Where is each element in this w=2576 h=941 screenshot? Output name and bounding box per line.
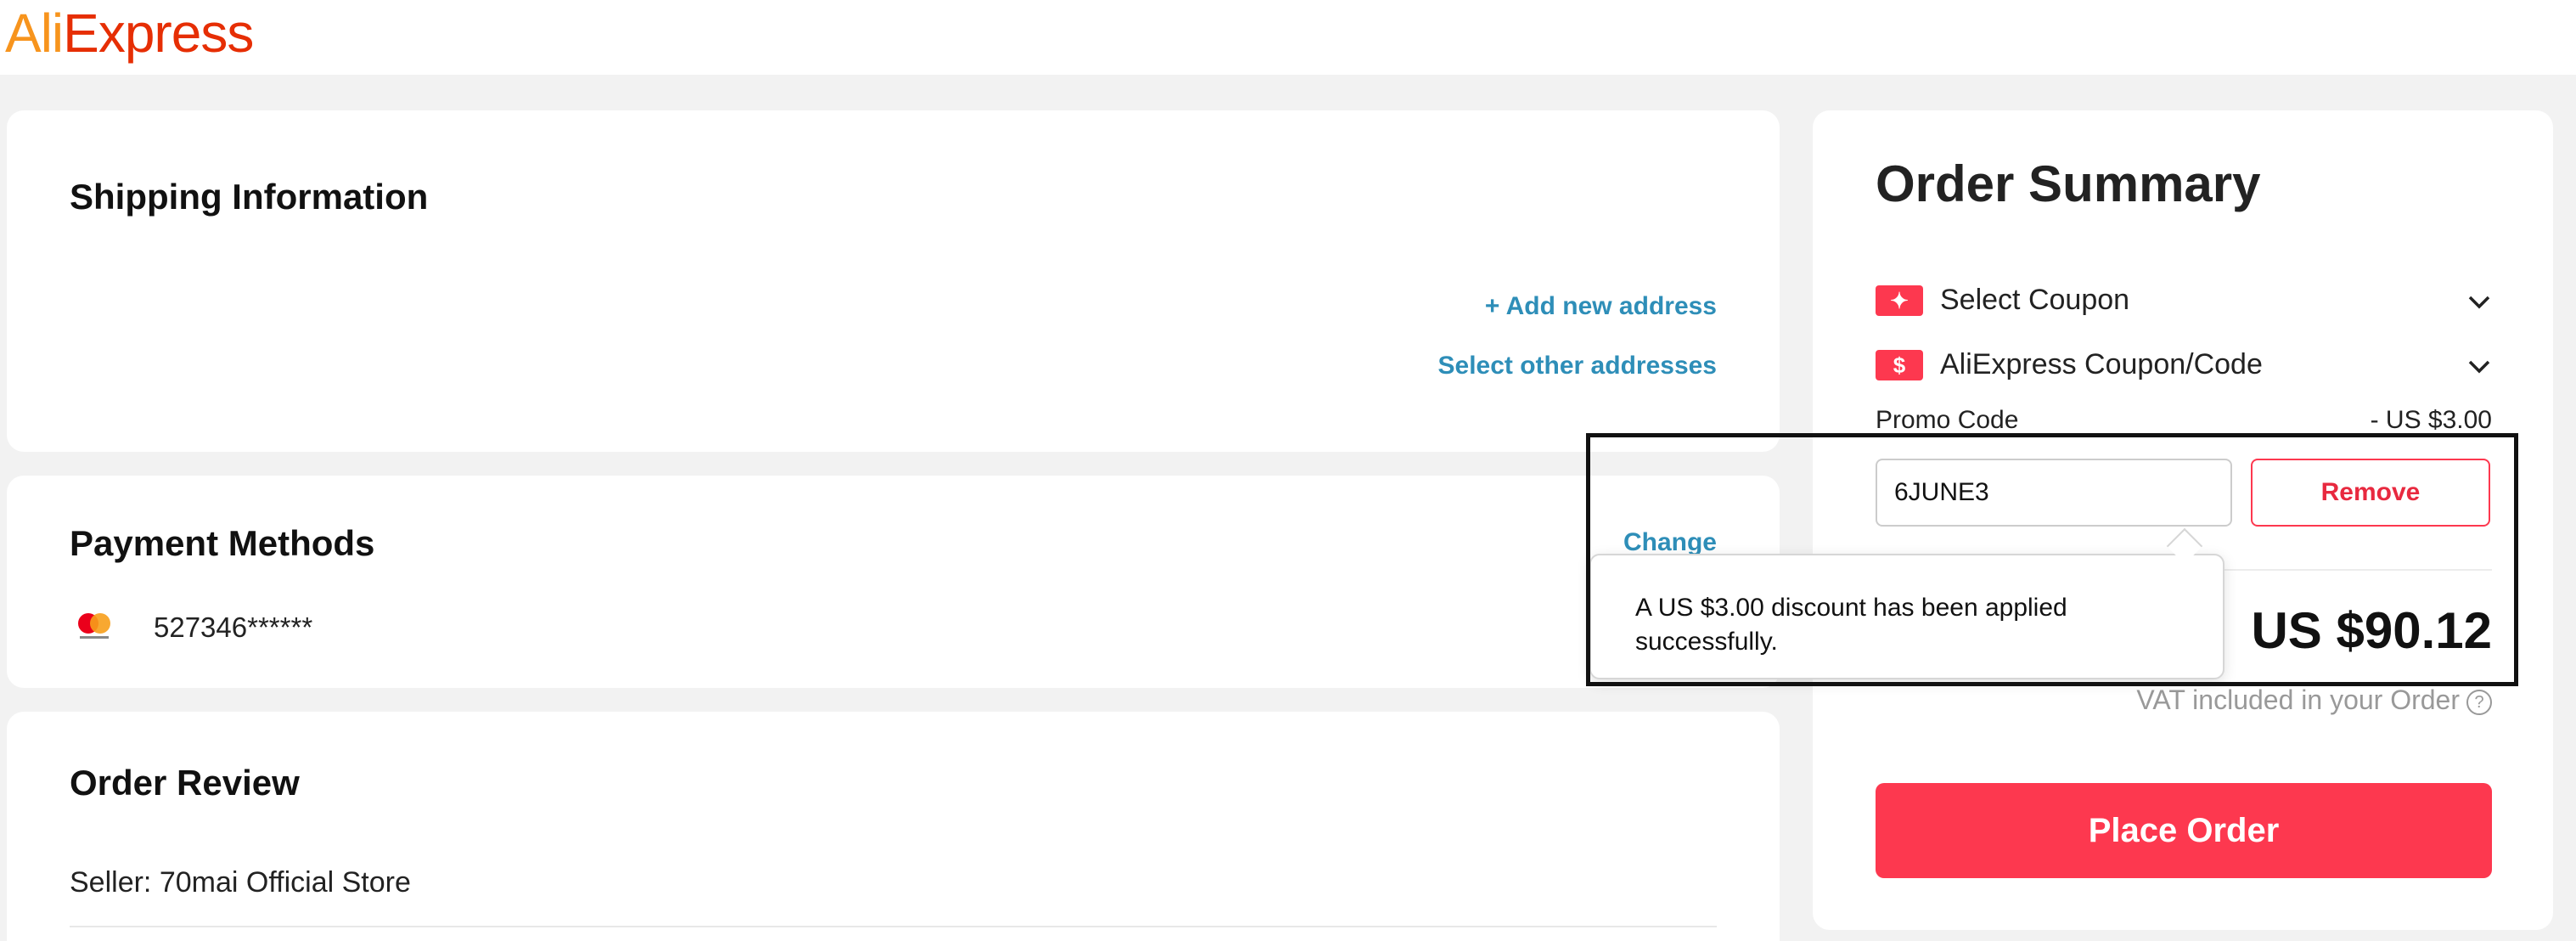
logo-part-ali: Ali xyxy=(5,3,64,64)
payment-title: Payment Methods xyxy=(70,523,375,563)
chevron-down-icon[interactable] xyxy=(2466,289,2492,314)
help-icon[interactable]: ? xyxy=(2466,689,2492,715)
card-number: 527346****** xyxy=(154,611,313,643)
order-review-title: Order Review xyxy=(70,763,300,803)
aliexpress-coupon-row[interactable]: $ AliExpress Coupon/Code xyxy=(1876,345,2492,387)
remove-promo-button[interactable]: Remove xyxy=(2251,459,2490,527)
change-payment-link[interactable]: Change xyxy=(1623,528,1717,557)
chevron-down-icon[interactable] xyxy=(2466,353,2492,379)
aliexpress-coupon-label: AliExpress Coupon/Code xyxy=(1940,348,2263,380)
select-coupon-label: Select Coupon xyxy=(1940,284,2130,316)
promo-code-discount: - US $3.00 xyxy=(2370,406,2492,434)
select-coupon-row[interactable]: ✦ Select Coupon xyxy=(1876,280,2492,323)
mastercard-icon xyxy=(78,613,110,639)
payment-methods-card: Payment Methods Change 527346****** xyxy=(7,476,1780,688)
promo-code-label: Promo Code xyxy=(1876,406,2019,434)
dollar-coupon-icon: $ xyxy=(1876,350,1923,380)
promo-code-input[interactable] xyxy=(1876,459,2232,527)
add-new-address-link[interactable]: + Add new address xyxy=(1485,292,1717,321)
shipping-title: Shipping Information xyxy=(70,177,429,217)
divider xyxy=(70,926,1717,927)
aliexpress-logo[interactable]: AliExpress xyxy=(5,2,254,65)
order-summary-card: Order Summary ✦ Select Coupon $ AliExpre… xyxy=(1813,110,2553,930)
order-total: US $90.12 xyxy=(2251,602,2492,659)
logo-part-express: Express xyxy=(63,3,254,64)
shipping-information-card: Shipping Information + Add new address S… xyxy=(7,110,1780,452)
order-summary-title: Order Summary xyxy=(1876,155,2261,212)
discount-applied-tooltip: A US $3.00 discount has been applied suc… xyxy=(1589,554,2224,679)
select-other-addresses-link[interactable]: Select other addresses xyxy=(1438,352,1718,380)
seller-name: Seller: 70mai Official Store xyxy=(70,866,411,899)
vat-text: VAT included in your Order xyxy=(2136,685,2460,715)
coupon-ticket-icon: ✦ xyxy=(1876,285,1923,316)
vat-note: VAT included in your Order? xyxy=(2136,685,2492,716)
top-bar: AliExpress xyxy=(0,0,2576,75)
place-order-button[interactable]: Place Order xyxy=(1876,783,2492,878)
order-review-card: Order Review Seller: 70mai Official Stor… xyxy=(7,712,1780,941)
